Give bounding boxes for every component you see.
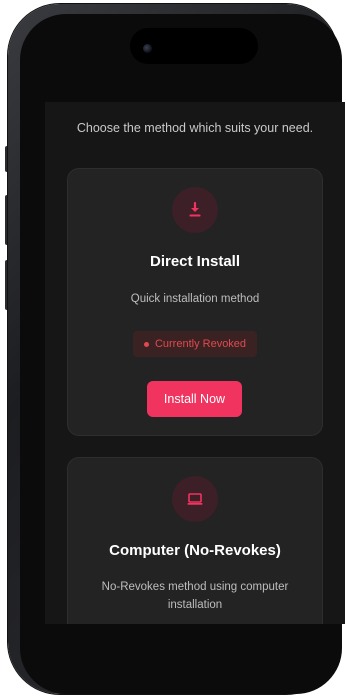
phone-bezel: Choose the method which suits your need.…: [20, 14, 345, 694]
install-now-button[interactable]: Install Now: [147, 381, 242, 417]
method-card-direct-install: Direct Install Quick installation method…: [67, 168, 323, 436]
device-mockup: Choose the method which suits your need.…: [0, 0, 346, 700]
status-dot-icon: [143, 341, 149, 347]
download-icon: [172, 187, 218, 233]
method-description: Quick installation method: [130, 293, 260, 305]
camera-icon: [143, 44, 152, 53]
method-title: Computer (No-Revokes): [109, 542, 281, 559]
method-title: Direct Install: [149, 253, 241, 270]
phone-frame: Choose the method which suits your need.…: [8, 4, 345, 694]
app-screen: Choose the method which suits your need.…: [45, 102, 345, 624]
method-card-computer: Computer (No-Revokes) No-Revokes method …: [67, 457, 323, 624]
page-subtitle: Choose the method which suits your need.: [76, 121, 314, 135]
status-badge: Currently Revoked: [133, 331, 257, 357]
laptop-icon: [172, 476, 218, 522]
status-label: Currently Revoked: [154, 338, 247, 350]
method-description: No-Revokes method using computer install…: [101, 581, 289, 611]
